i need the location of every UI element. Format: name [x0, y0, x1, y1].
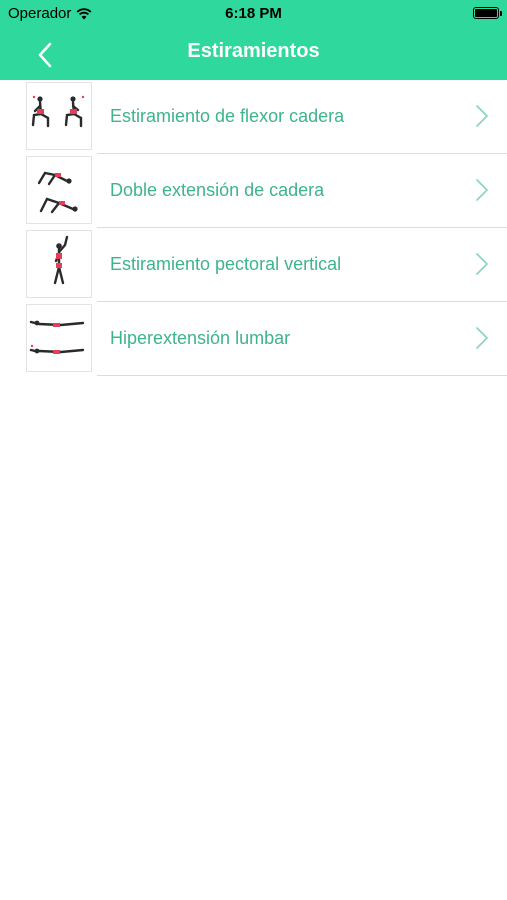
chevron-right-icon [476, 327, 488, 349]
back-extension-image [26, 304, 92, 372]
row-divider [97, 375, 507, 376]
list-item[interactable]: Hiperextensión lumbar [0, 302, 507, 376]
hip-bridge-image [26, 156, 92, 224]
list-item-label: Estiramiento de flexor cadera [110, 106, 345, 126]
list-item-label: Hiperextensión lumbar [110, 328, 291, 348]
exercise-list: Estiramiento de flexor cadera Doble exte… [0, 80, 507, 376]
status-bar: Operador 6:18 PM [0, 0, 507, 28]
page-title: Estiramientos [187, 40, 320, 62]
chevron-right-icon [476, 179, 488, 201]
screen: Operador 6:18 PM Estiramientos Estiramie… [0, 0, 507, 900]
chevron-right-icon [476, 253, 488, 275]
list-item-label: Doble extensión de cadera [110, 180, 325, 200]
battery-icon [473, 7, 502, 19]
navigation-bar: Estiramientos [0, 28, 507, 80]
battery-level [475, 9, 497, 17]
standing-chest-stretch-image [26, 230, 92, 298]
list-item-label: Estiramiento pectoral vertical [110, 254, 342, 274]
clock: 6:18 PM [225, 5, 282, 22]
list-item[interactable]: Estiramiento de flexor cadera [0, 80, 507, 154]
chevron-right-icon [476, 105, 488, 127]
list-item[interactable]: Doble extensión de cadera [0, 154, 507, 228]
list-item[interactable]: Estiramiento pectoral vertical [0, 228, 507, 302]
lunge-stretch-image [26, 82, 92, 150]
